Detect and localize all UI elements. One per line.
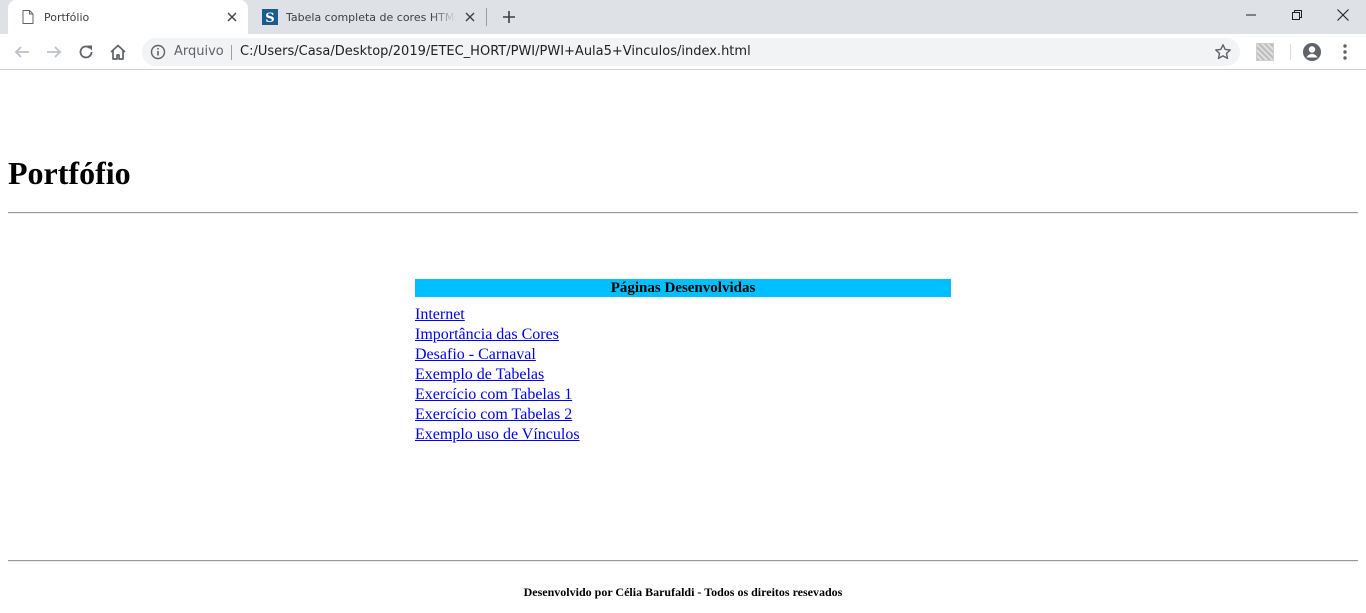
footer-text: Desenvolvido por Célia Barufaldi - Todos… xyxy=(523,585,843,599)
minimize-icon xyxy=(1246,14,1256,16)
home-icon xyxy=(110,44,126,60)
tab-strip: Portfólio S Tabela completa de cores HTM… xyxy=(0,0,1366,34)
site-s-icon: S xyxy=(262,9,278,25)
new-tab-button[interactable] xyxy=(498,6,520,28)
link-exemplo-tabelas[interactable]: Exemplo de Tabelas xyxy=(415,365,544,385)
link-internet[interactable]: Internet xyxy=(415,305,465,325)
plus-icon xyxy=(503,11,515,23)
address-bar[interactable]: Arquivo C:/Users/Casa/Desktop/2019/ETEC_… xyxy=(142,38,1240,66)
table-header: Páginas Desenvolvidas xyxy=(415,279,951,297)
toolbar-separator xyxy=(1290,44,1291,60)
link-exemplo-vinculos[interactable]: Exemplo uso de Vínculos xyxy=(415,425,580,445)
reload-button[interactable] xyxy=(72,38,100,66)
bookmark-star-icon xyxy=(1215,44,1231,60)
tab-tabela-cores[interactable]: S Tabela completa de cores HTML - xyxy=(250,0,486,34)
security-chip[interactable]: Arquivo xyxy=(174,38,224,66)
close-icon xyxy=(1337,9,1349,21)
reload-icon xyxy=(79,45,93,59)
horizontal-rule xyxy=(8,560,1358,562)
page-content: Portfófio Páginas Desenvolvidas Internet… xyxy=(0,71,1366,613)
tab-title: Portfólio xyxy=(44,10,90,24)
link-desafio-carnaval[interactable]: Desafio - Carnaval xyxy=(415,345,536,365)
close-tab-icon[interactable] xyxy=(224,9,240,25)
home-button[interactable] xyxy=(104,38,132,66)
page-icon xyxy=(20,9,36,25)
restore-icon xyxy=(1292,10,1302,20)
minimize-button[interactable] xyxy=(1228,0,1274,30)
browser-toolbar: Arquivo C:/Users/Casa/Desktop/2019/ETEC_… xyxy=(0,34,1366,70)
extension-icon[interactable] xyxy=(1256,43,1274,61)
close-tab-icon[interactable] xyxy=(462,9,478,25)
link-importancia-cores[interactable]: Importância das Cores xyxy=(415,325,559,345)
back-button[interactable] xyxy=(8,38,36,66)
close-window-button[interactable] xyxy=(1320,0,1366,30)
tab-portfolio[interactable]: Portfólio xyxy=(8,0,248,34)
back-arrow-icon xyxy=(14,46,29,58)
link-exercicio-tabelas-2[interactable]: Exercício com Tabelas 2 xyxy=(415,405,572,425)
tab-separator xyxy=(486,8,487,26)
forward-arrow-icon xyxy=(47,46,62,58)
info-icon xyxy=(150,44,166,60)
menu-dots-icon[interactable] xyxy=(1336,42,1354,62)
horizontal-rule xyxy=(8,212,1358,214)
svg-text:S: S xyxy=(265,11,274,25)
page-heading: Portfófio xyxy=(8,155,131,191)
address-divider xyxy=(231,45,232,60)
forward-button[interactable] xyxy=(40,38,68,66)
links-list: Internet Importância das Cores Desafio -… xyxy=(415,305,951,445)
pages-table: Páginas Desenvolvidas Internet Importânc… xyxy=(415,279,951,445)
link-exercicio-tabelas-1[interactable]: Exercício com Tabelas 1 xyxy=(415,385,572,405)
restore-button[interactable] xyxy=(1274,0,1320,30)
profile-icon[interactable] xyxy=(1302,42,1322,62)
url-text[interactable]: C:/Users/Casa/Desktop/2019/ETEC_HORT/PWI… xyxy=(240,38,751,66)
tab-title: Tabela completa de cores HTML - xyxy=(286,10,456,24)
